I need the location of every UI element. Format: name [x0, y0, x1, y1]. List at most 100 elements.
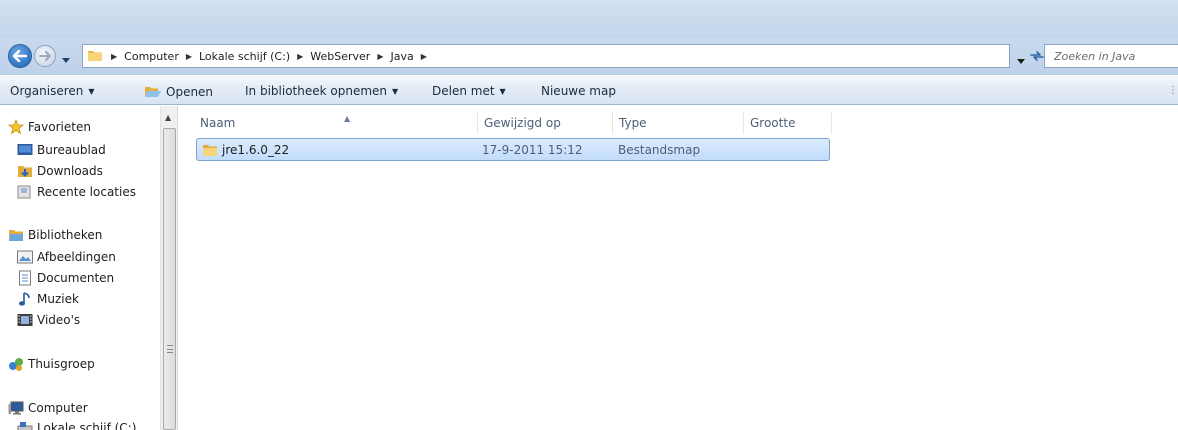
file-type: Bestandsmap [618, 143, 701, 157]
sidebar-item-label: Video's [37, 313, 81, 327]
sidebar-item-label: Recente locaties [37, 185, 136, 199]
address-row: ▶ Computer ▶ Lokale schijf (C:) ▶ WebSer… [0, 38, 1178, 75]
sidebar-item-libraries[interactable]: Bibliotheken [8, 225, 102, 245]
column-header-label: Gewijzigd op [484, 116, 561, 130]
forward-button[interactable] [34, 45, 56, 67]
sidebar-item-label: Bibliotheken [28, 228, 103, 242]
breadcrumb-java[interactable]: Java [390, 50, 413, 63]
sidebar-item-label: Bureaublad [37, 143, 106, 157]
breadcrumb-separator-icon: ▶ [111, 51, 118, 61]
refresh-icon [1030, 51, 1044, 61]
music-note-icon [17, 291, 33, 307]
sidebar-item-desktop[interactable]: Bureaublad [17, 140, 106, 160]
open-folder-icon [144, 84, 162, 100]
column-header-label: Grootte [750, 116, 796, 130]
sidebar-item-homegroup[interactable]: Thuisgroep [8, 354, 95, 374]
column-header-type[interactable]: Type [613, 112, 744, 134]
share-with-label: Delen met [432, 84, 495, 98]
organize-label: Organiseren [10, 84, 84, 98]
sidebar-item-recent-places[interactable]: Recente locaties [17, 182, 136, 202]
sidebar-item-favorites[interactable]: Favorieten [8, 117, 91, 137]
scrollbar-thumb[interactable] [163, 128, 176, 430]
breadcrumb-separator-icon[interactable]: ▶ [186, 52, 192, 61]
include-in-library-button[interactable]: In bibliotheek opnemen ▼ [245, 84, 398, 98]
breadcrumb-separator-icon[interactable]: ▶ [297, 52, 303, 61]
star-icon [8, 119, 24, 135]
new-folder-button[interactable]: Nieuwe map [541, 84, 616, 98]
sidebar-item-label: Documenten [37, 271, 115, 285]
sidebar-item-label: Computer [28, 401, 88, 415]
video-icon [17, 312, 33, 328]
sort-ascending-icon: ▲ [344, 114, 351, 123]
organize-button[interactable]: Organiseren ▼ [10, 84, 95, 98]
navigation-pane: Favorieten Bureaublad Downloads Recente … [0, 106, 160, 430]
pictures-icon [17, 249, 33, 265]
sidebar-item-music[interactable]: Muziek [17, 289, 79, 309]
sidebar-item-label: Favorieten [28, 120, 91, 134]
folder-icon [87, 47, 103, 66]
back-button[interactable] [8, 44, 32, 68]
command-bar: Organiseren ▼ Openen In bibliotheek opnem… [0, 75, 1178, 105]
breadcrumb-separator-icon[interactable]: ▶ [377, 52, 383, 61]
libraries-icon [8, 227, 24, 243]
breadcrumb-separator-icon[interactable]: ▶ [421, 52, 427, 61]
sidebar-item-downloads[interactable]: Downloads [17, 161, 103, 181]
homegroup-icon [8, 356, 24, 372]
breadcrumb-label: WebServer [310, 49, 371, 63]
hard-disk-icon [17, 420, 33, 430]
sidebar-item-pictures[interactable]: Afbeeldingen [17, 247, 116, 267]
chevron-down-icon [1017, 59, 1025, 64]
column-header-modified[interactable]: Gewijzigd op [478, 112, 613, 134]
documents-icon [17, 270, 33, 286]
navigation-scrollbar[interactable]: ▲ [160, 106, 177, 430]
sidebar-item-documents[interactable]: Documenten [17, 268, 114, 288]
breadcrumb-label: Java [390, 49, 414, 63]
open-label: Openen [166, 85, 214, 99]
command-bar-overflow: ⋮ [1168, 85, 1178, 96]
chevron-down-icon: ▼ [499, 86, 506, 96]
sidebar-item-computer[interactable]: Computer [8, 398, 88, 418]
breadcrumb-label: Lokale schijf (C:) [199, 49, 291, 63]
back-arrow-icon [13, 50, 27, 62]
search-input[interactable] [1054, 49, 1174, 63]
file-list: Naam ▲ Gewijzigd op Type Grootte jre1.6.… [182, 106, 1178, 430]
table-row[interactable]: jre1.6.0_22 17-9-2011 15:12 Bestandsmap [196, 138, 830, 161]
chevron-down-icon: ▼ [88, 86, 95, 96]
window-titlebar [0, 0, 1178, 38]
pane-splitter[interactable] [177, 106, 181, 430]
breadcrumb-local-disk[interactable]: Lokale schijf (C:) [199, 50, 290, 63]
sidebar-item-label: Downloads [37, 164, 103, 178]
open-button[interactable]: Openen [144, 84, 213, 100]
chevron-down-icon: ▼ [392, 86, 399, 96]
breadcrumb-computer[interactable]: Computer [124, 50, 179, 63]
include-in-library-label: In bibliotheek opnemen [245, 84, 388, 98]
share-with-button[interactable]: Delen met ▼ [432, 84, 506, 98]
column-header-name[interactable]: Naam ▲ [194, 112, 478, 134]
downloads-folder-icon [17, 163, 33, 179]
sidebar-item-label: Lokale schijf (C:) [37, 421, 137, 430]
file-name: jre1.6.0_22 [222, 143, 290, 157]
address-bar[interactable]: ▶ Computer ▶ Lokale schijf (C:) ▶ WebSer… [82, 44, 1010, 68]
column-header-size[interactable]: Grootte [744, 112, 832, 134]
desktop-icon [17, 142, 33, 158]
new-folder-label: Nieuwe map [541, 84, 616, 98]
sidebar-item-label: Muziek [37, 292, 79, 306]
column-header-label: Type [619, 116, 647, 130]
computer-icon [8, 400, 24, 416]
file-modified: 17-9-2011 15:12 [482, 143, 583, 157]
scroll-up-icon[interactable]: ▲ [165, 113, 171, 122]
address-history-dropdown[interactable] [1017, 53, 1025, 67]
breadcrumb-webserver[interactable]: WebServer [310, 50, 370, 63]
grip-icon [167, 345, 173, 353]
chevron-down-icon [62, 58, 70, 63]
recent-places-icon [17, 184, 33, 200]
sidebar-item-label: Afbeeldingen [37, 250, 116, 264]
sidebar-item-videos[interactable]: Video's [17, 310, 80, 330]
sidebar-item-local-disk[interactable]: Lokale schijf (C:) [17, 418, 136, 430]
search-box[interactable] [1044, 44, 1178, 68]
sidebar-item-label: Thuisgroep [28, 357, 95, 371]
column-header-label: Naam [200, 116, 236, 130]
recent-pages-dropdown[interactable] [62, 52, 70, 66]
breadcrumb-label: Computer [124, 49, 179, 63]
forward-arrow-icon [39, 51, 51, 61]
